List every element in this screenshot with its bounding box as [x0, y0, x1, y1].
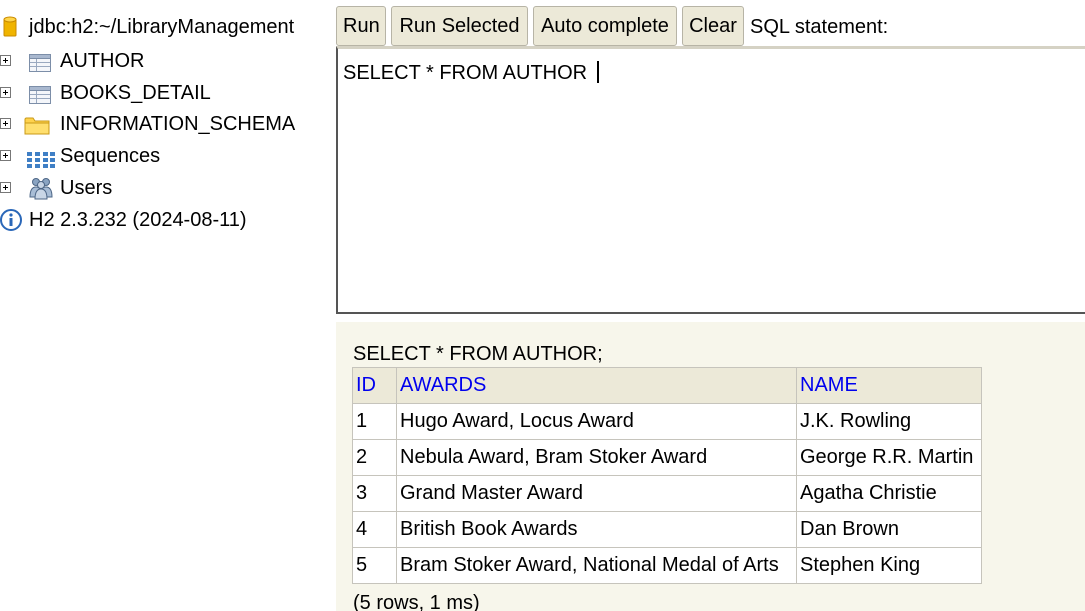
version-label: H2 2.3.232 (2024-08-11) [29, 209, 247, 231]
cell-awards: British Book Awards [396, 511, 797, 548]
cell-id: 3 [352, 475, 397, 512]
table-row: 1 Hugo Award, Locus Award J.K. Rowling [352, 403, 982, 440]
cell-name: George R.R. Martin [796, 439, 982, 476]
tree-item-label: Users [60, 177, 113, 199]
run-button[interactable]: Run [336, 6, 386, 46]
tree-item-label: BOOKS_DETAIL [60, 82, 211, 104]
cell-awards: Grand Master Award [396, 475, 797, 512]
database-icon [2, 15, 18, 48]
result-status: (5 rows, 1 ms) [353, 592, 480, 611]
cell-id: 1 [352, 403, 397, 440]
table-row: 4 British Book Awards Dan Brown [352, 511, 982, 548]
table-row: 3 Grand Master Award Agatha Christie [352, 475, 982, 512]
info-icon [0, 209, 22, 240]
expand-icon[interactable] [0, 55, 11, 66]
column-header-name[interactable]: NAME [796, 367, 982, 404]
table-icon [29, 51, 51, 81]
tree-item-label: AUTHOR [60, 50, 145, 72]
expand-icon[interactable] [0, 182, 11, 193]
cell-name: Stephen King [796, 547, 982, 584]
sql-editor[interactable]: SELECT * FROM AUTHOR [336, 46, 1085, 314]
executed-query: SELECT * FROM AUTHOR; [353, 343, 603, 365]
table-row: 2 Nebula Award, Bram Stoker Award George… [352, 439, 982, 476]
cell-awards: Bram Stoker Award, National Medal of Art… [396, 547, 797, 584]
tree-item-label: INFORMATION_SCHEMA [60, 113, 296, 135]
sql-statement-label: SQL statement: [750, 16, 889, 38]
text-caret [596, 61, 599, 83]
sequences-icon [27, 148, 55, 178]
sql-editor-value: SELECT * FROM AUTHOR [343, 62, 593, 84]
query-toolbar: Run Run Selected Auto complete Clear SQL… [335, 0, 1085, 46]
cell-id: 4 [352, 511, 397, 548]
folder-icon [24, 114, 50, 144]
column-header-awards[interactable]: AWARDS [396, 367, 797, 404]
auto-complete-button[interactable]: Auto complete [533, 6, 677, 46]
column-header-id[interactable]: ID [352, 367, 397, 404]
table-icon [29, 83, 51, 113]
result-table: ID AWARDS NAME 1 Hugo Award, Locus Award… [352, 367, 982, 584]
cell-name: Agatha Christie [796, 475, 982, 512]
connection-label: jdbc:h2:~/LibraryManagement [29, 16, 295, 38]
cell-awards: Nebula Award, Bram Stoker Award [396, 439, 797, 476]
cell-awards: Hugo Award, Locus Award [396, 403, 797, 440]
cell-name: Dan Brown [796, 511, 982, 548]
tree-item-label: Sequences [60, 145, 161, 167]
run-selected-button[interactable]: Run Selected [391, 6, 528, 46]
cell-id: 5 [352, 547, 397, 584]
expand-icon[interactable] [0, 118, 11, 129]
clear-button[interactable]: Clear [682, 6, 744, 46]
h2-console: jdbc:h2:~/LibraryManagement AUTHOR BOOKS… [0, 0, 1085, 611]
table-header-row: ID AWARDS NAME [352, 367, 982, 404]
table-row: 5 Bram Stoker Award, National Medal of A… [352, 547, 982, 584]
results-panel: SELECT * FROM AUTHOR; ID AWARDS NAME 1 H… [336, 322, 1085, 611]
sql-editor-text[interactable]: SELECT * FROM AUTHOR [343, 61, 599, 85]
expand-icon[interactable] [0, 150, 11, 161]
cell-id: 2 [352, 439, 397, 476]
object-tree: jdbc:h2:~/LibraryManagement AUTHOR BOOKS… [0, 0, 335, 611]
expand-icon[interactable] [0, 87, 11, 98]
cell-name: J.K. Rowling [796, 403, 982, 440]
